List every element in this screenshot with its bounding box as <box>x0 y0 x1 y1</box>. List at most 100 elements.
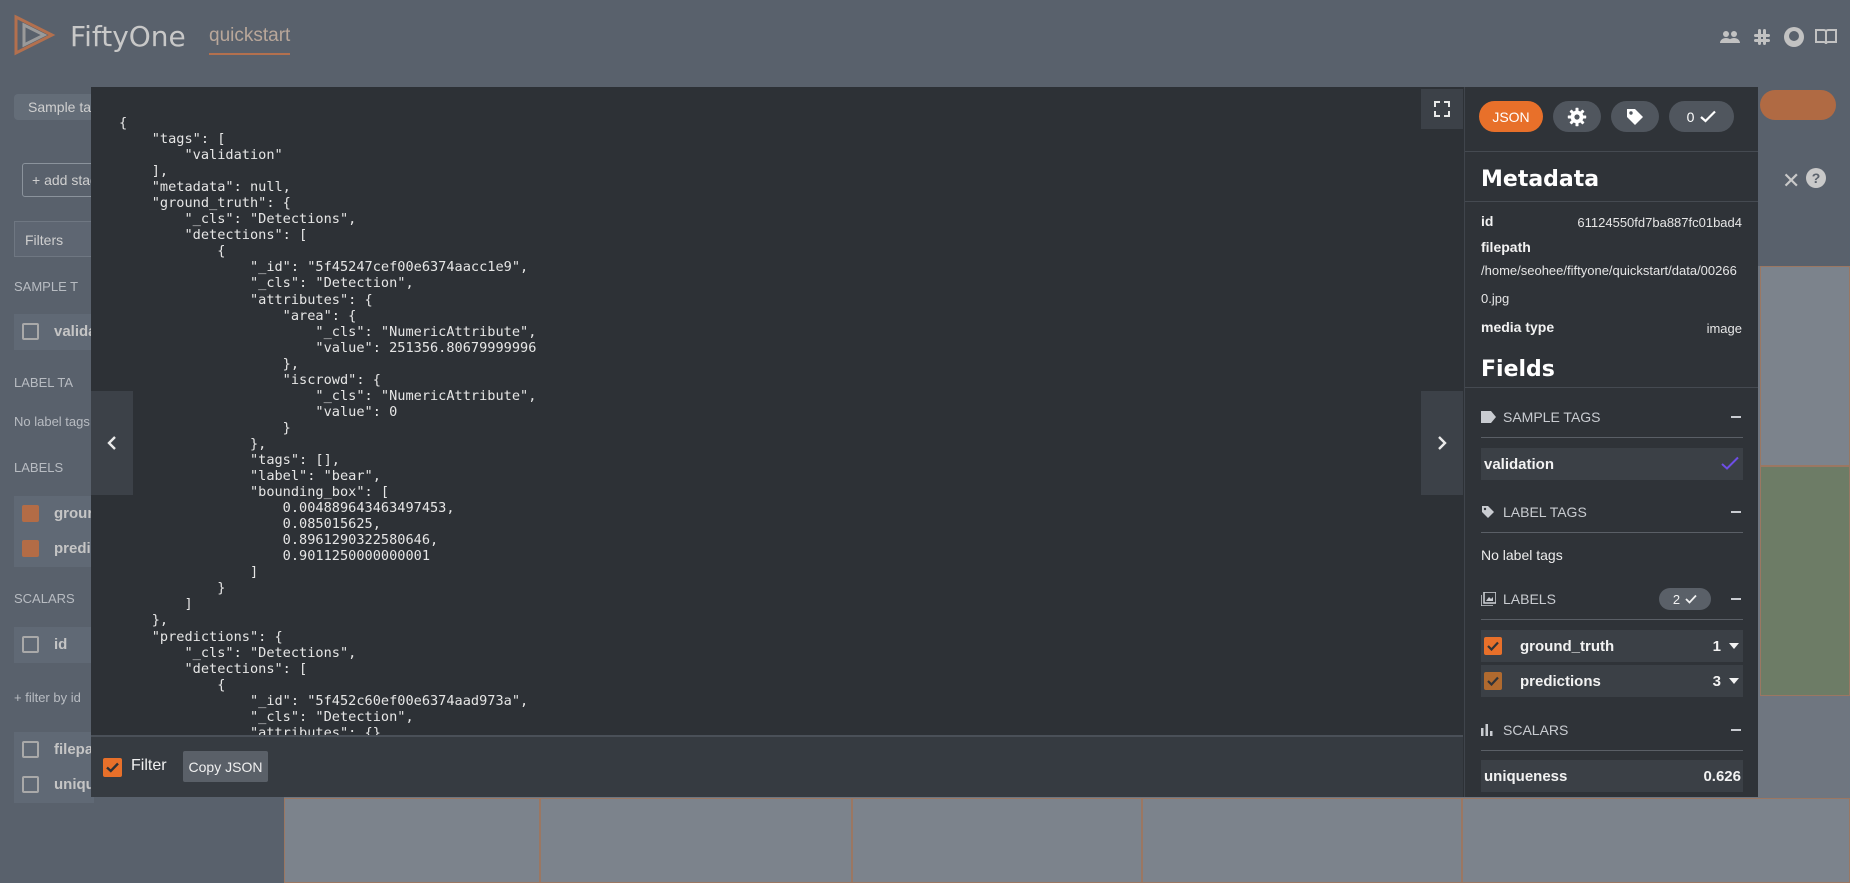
labels-title: LABELS <box>1503 591 1556 607</box>
grid-tile[interactable] <box>1142 798 1462 883</box>
bg-row-label: valida <box>54 323 94 340</box>
previous-sample-button[interactable] <box>91 391 133 495</box>
label-row-predictions[interactable]: predictions 3 <box>1481 665 1743 697</box>
scalar-row-uniqueness[interactable]: uniqueness 0.626 <box>1481 760 1743 792</box>
labels-section-header[interactable]: LABELS 2 <box>1481 588 1743 610</box>
settings-button[interactable] <box>1553 101 1601 132</box>
bg-row-id[interactable]: id <box>14 627 94 663</box>
tag-button[interactable] <box>1611 101 1659 132</box>
gear-icon <box>1567 107 1587 126</box>
selected-count: 0 <box>1686 108 1695 125</box>
add-stage-input[interactable]: + add stag <box>22 163 102 197</box>
json-toggle-button[interactable]: JSON <box>1479 101 1543 132</box>
collapse-icon[interactable] <box>1731 598 1741 600</box>
bg-checkbox[interactable] <box>22 540 39 557</box>
people-icon[interactable] <box>1718 25 1742 49</box>
sample-modal: { "tags": [ "validation" ], "metadata": … <box>91 87 1758 797</box>
json-footer: Filter Copy JSON <box>91 735 1463 797</box>
labels-selected-badge[interactable]: 2 <box>1659 588 1711 610</box>
bg-help-icon[interactable]: ? <box>1806 168 1826 188</box>
predictions-checkbox[interactable] <box>1484 672 1502 690</box>
bg-row-filepath[interactable]: filepa <box>14 732 94 768</box>
bar-chart-icon <box>1481 723 1497 737</box>
bg-checkbox[interactable] <box>22 776 39 793</box>
collapse-icon[interactable] <box>1731 511 1741 513</box>
chevron-left-icon <box>107 436 116 450</box>
sample-tag-label: validation <box>1484 455 1555 473</box>
checkmark-icon <box>1487 641 1499 651</box>
sample-tag-row-validation[interactable]: validation <box>1481 448 1743 480</box>
github-icon[interactable] <box>1782 25 1806 49</box>
grid-tile[interactable] <box>1760 466 1850 696</box>
metadata-filepath-key: filepath <box>1481 239 1531 255</box>
bg-row-ground-truth[interactable]: groun <box>14 496 94 532</box>
divider <box>1481 532 1743 533</box>
bg-section-label-tags: LABEL TA <box>14 375 74 390</box>
fullscreen-icon <box>1434 101 1450 117</box>
ground-truth-checkbox[interactable] <box>1484 637 1502 655</box>
grid-tile[interactable] <box>1462 798 1850 883</box>
bg-row-label: uniqu <box>54 776 94 793</box>
json-content[interactable]: { "tags": [ "validation" ], "metadata": … <box>119 115 536 735</box>
brand-name: FiftyOne <box>70 20 186 53</box>
fields-title: Fields <box>1481 357 1555 382</box>
docs-book-icon[interactable] <box>1814 25 1838 49</box>
divider <box>1481 437 1743 438</box>
metadata-id-key: id <box>1481 213 1494 229</box>
bg-checkbox[interactable] <box>22 323 39 340</box>
bg-close-icon[interactable]: ✕ <box>1782 168 1800 194</box>
filters-tab[interactable]: Filters <box>14 221 94 257</box>
label-tags-title: LABEL TAGS <box>1503 504 1587 520</box>
label-count: 3 <box>1712 672 1721 690</box>
bg-display-options-pill[interactable] <box>1760 90 1836 120</box>
grid-tile[interactable] <box>284 798 540 883</box>
check-icon <box>1685 594 1697 604</box>
expand-caret-icon[interactable] <box>1729 643 1739 649</box>
no-label-tags-text: No label tags <box>1481 547 1563 563</box>
dataset-name[interactable]: quickstart <box>209 25 291 55</box>
grid-tile[interactable] <box>852 798 1142 883</box>
divider <box>1481 750 1743 751</box>
bg-row-uniqueness[interactable]: uniqu <box>14 767 94 803</box>
label-tag-icon <box>1481 505 1497 519</box>
fiftyone-logo-icon <box>14 14 56 56</box>
fullscreen-button[interactable] <box>1421 89 1463 129</box>
bg-checkbox[interactable] <box>22 636 39 653</box>
sample-tags-title: SAMPLE TAGS <box>1503 409 1601 425</box>
bg-checkbox[interactable] <box>22 505 39 522</box>
sample-tags-section-header[interactable]: SAMPLE TAGS <box>1481 407 1743 427</box>
next-sample-button[interactable] <box>1421 391 1463 495</box>
label-tags-section-header[interactable]: LABEL TAGS <box>1481 502 1743 522</box>
bg-row-label: id <box>54 636 68 653</box>
json-viewer: { "tags": [ "validation" ], "metadata": … <box>91 87 1463 735</box>
bg-row-validation[interactable]: valida <box>14 314 94 350</box>
scalars-title: SCALARS <box>1503 722 1569 738</box>
expand-caret-icon[interactable] <box>1729 678 1739 684</box>
grid-tile[interactable] <box>540 798 852 883</box>
copy-json-button[interactable]: Copy JSON <box>183 751 268 782</box>
check-icon <box>1700 110 1717 123</box>
bg-filter-by-id[interactable]: + filter by id <box>14 690 81 705</box>
scalar-value: 0.626 <box>1703 767 1741 785</box>
label-name: predictions <box>1520 672 1601 690</box>
sample-sidebar: JSON 0 Metadata id 61124550fd7ba887fc01b… <box>1464 87 1758 797</box>
metadata-id-value: 61124550fd7ba887fc01bad4 <box>1577 215 1742 230</box>
labels-badge-count: 2 <box>1672 591 1681 607</box>
filter-label[interactable]: Filter <box>131 757 167 775</box>
filter-checkbox[interactable] <box>103 758 122 777</box>
grid-tile[interactable] <box>1760 266 1850 466</box>
checkmark-icon <box>1487 676 1499 686</box>
collapse-icon[interactable] <box>1731 729 1741 731</box>
sample-tags-chip[interactable]: Sample tag <box>14 94 94 120</box>
divider <box>1465 387 1758 388</box>
collapse-icon[interactable] <box>1731 416 1741 418</box>
scalars-section-header[interactable]: SCALARS <box>1481 720 1743 740</box>
slack-icon[interactable] <box>1750 25 1774 49</box>
label-row-ground-truth[interactable]: ground_truth 1 <box>1481 630 1743 662</box>
bg-row-predictions[interactable]: predic <box>14 531 94 567</box>
selected-labels-button[interactable]: 0 <box>1669 101 1734 132</box>
bg-section-labels: LABELS <box>14 460 64 475</box>
bg-section-sample-tags: SAMPLE T <box>14 279 79 294</box>
check-icon <box>1721 456 1739 470</box>
bg-checkbox[interactable] <box>22 741 39 758</box>
